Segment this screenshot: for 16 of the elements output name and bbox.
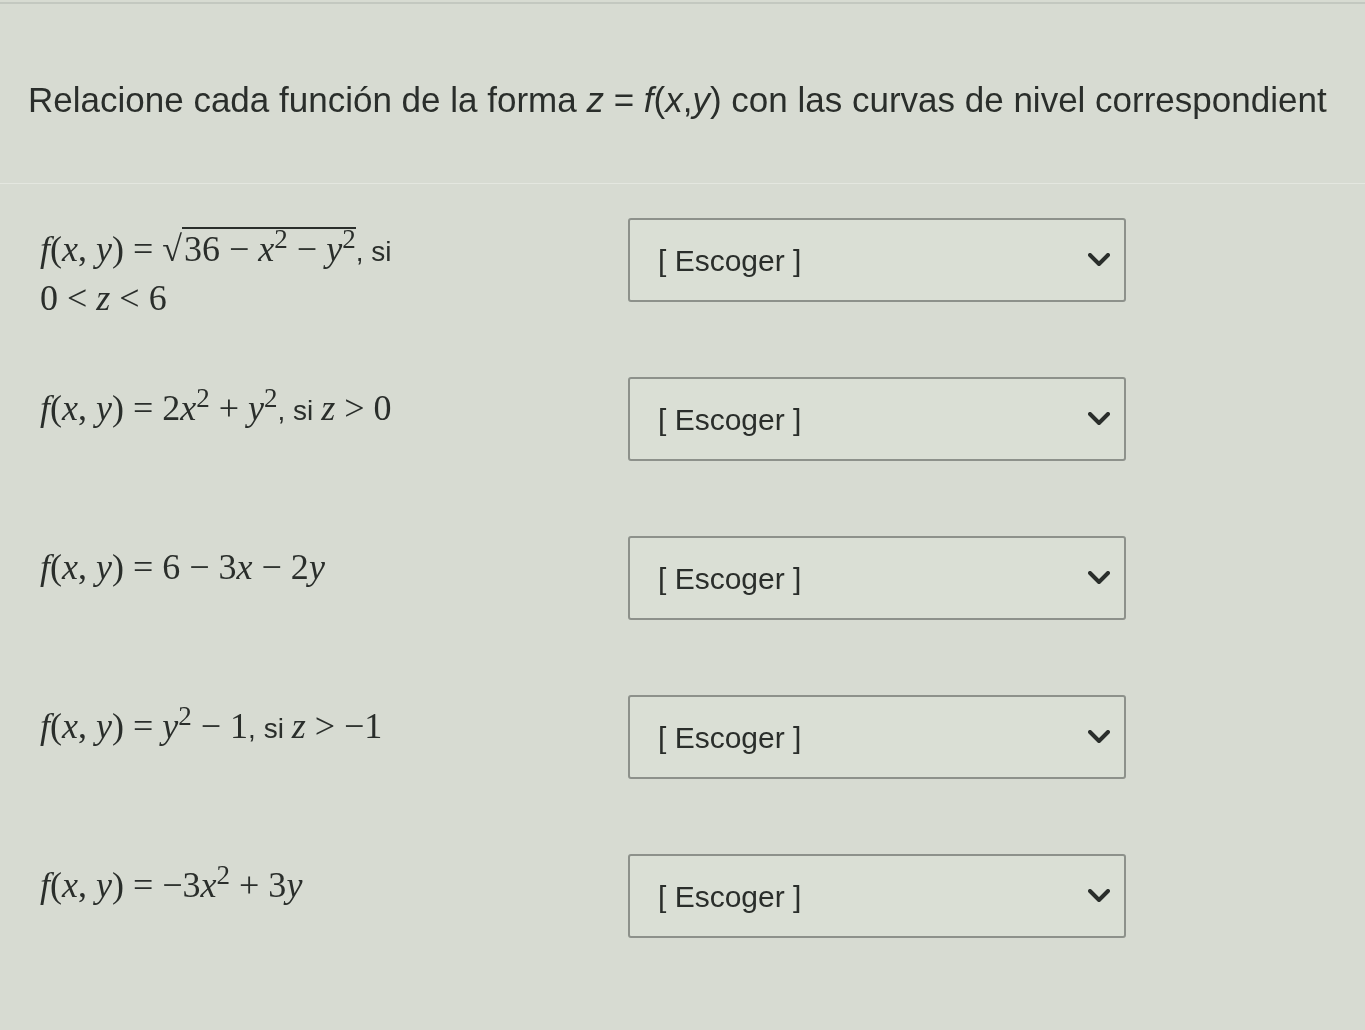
chevron-down-icon	[1088, 253, 1110, 267]
answer-dropdown[interactable]: [ Escoger ]	[628, 218, 1126, 302]
function-formula: f(x, y) = √36 − x$^{2}$ − y$^{2}$, si 0 < z < 6	[40, 222, 392, 320]
answer-dropdown[interactable]: [ Escoger ]	[628, 854, 1126, 938]
function-formula: f(x, y) = y$^{2}$ − 1, si z > −1	[40, 699, 383, 748]
chevron-down-icon	[1088, 571, 1110, 585]
function-formula: f(x, y) = 6 − 3x − 2y	[40, 546, 325, 589]
answer-dropdown[interactable]: [ Escoger ]	[628, 695, 1126, 779]
answer-dropdown[interactable]: [ Escoger ]	[628, 536, 1126, 620]
chevron-down-icon	[1088, 889, 1110, 903]
answer-dropdown[interactable]: [ Escoger ]	[628, 377, 1126, 461]
chevron-down-icon	[1088, 412, 1110, 426]
function-formula: f(x, y) = 2x$^{2}$ + y$^{2}$, si z > 0	[40, 381, 392, 430]
chevron-down-icon	[1088, 730, 1110, 744]
instructions-text: Relacione cada función de la forma z = f(x,y) con las curvas de nivel correspondient	[28, 79, 1327, 121]
function-formula: f(x, y) = −3x$^{2}$ + 3y	[40, 858, 303, 907]
